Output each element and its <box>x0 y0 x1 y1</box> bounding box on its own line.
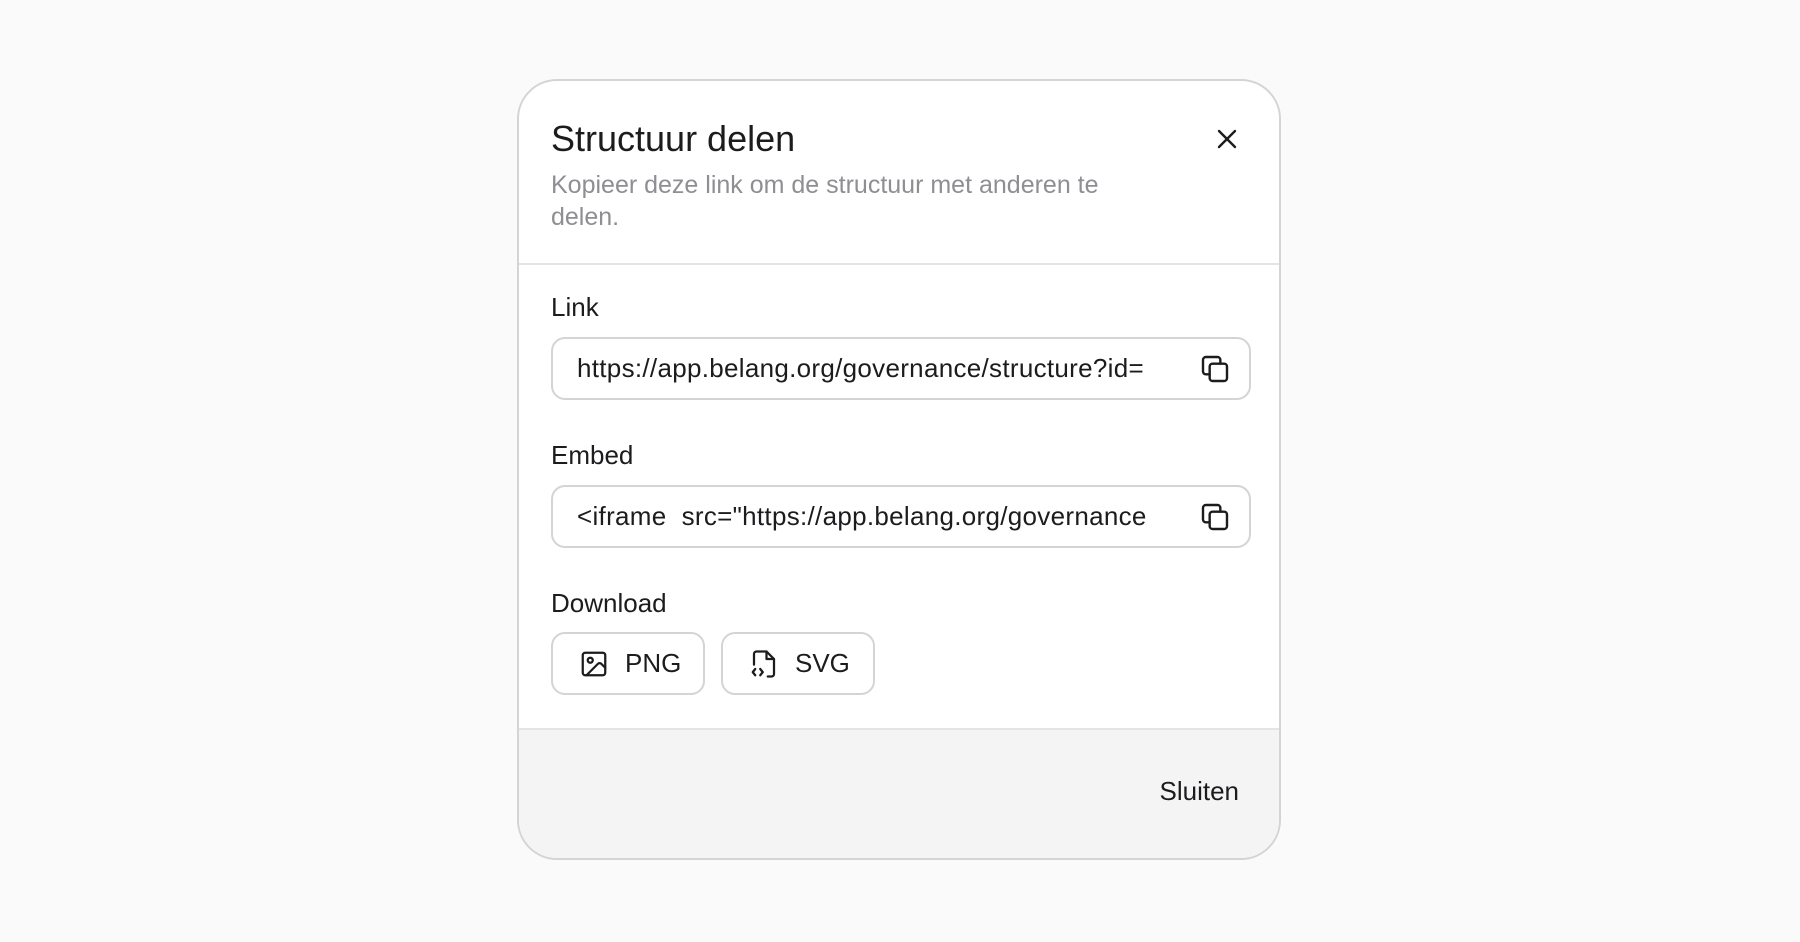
file-code-icon <box>749 648 779 680</box>
embed-field <box>551 485 1251 548</box>
download-png-button[interactable]: PNG <box>551 632 705 695</box>
download-svg-button[interactable]: SVG <box>721 632 875 695</box>
dialog-header: Structuur delen Kopieer deze link om de … <box>519 81 1279 265</box>
close-button[interactable] <box>1207 119 1247 159</box>
copy-embed-button[interactable] <box>1197 499 1233 535</box>
copy-link-button[interactable] <box>1197 351 1233 387</box>
link-input[interactable] <box>577 339 1181 398</box>
copy-icon <box>1199 501 1231 533</box>
embed-label: Embed <box>551 440 634 470</box>
share-dialog: Structuur delen Kopieer deze link om de … <box>517 79 1281 860</box>
copy-icon <box>1199 353 1231 385</box>
link-label: Link <box>551 292 599 322</box>
dialog-title: Structuur delen <box>551 118 796 159</box>
dialog-footer: Sluiten <box>519 728 1279 858</box>
download-png-label: PNG <box>625 648 682 678</box>
download-label: Download <box>551 588 667 618</box>
sluiten-button[interactable]: Sluiten <box>1160 776 1240 807</box>
image-icon <box>579 648 609 680</box>
download-svg-label: SVG <box>795 648 850 678</box>
link-field <box>551 337 1251 400</box>
close-icon <box>1215 127 1239 151</box>
dialog-subtitle: Kopieer deze link om de structuur met an… <box>551 171 1099 231</box>
embed-input[interactable] <box>577 487 1181 546</box>
